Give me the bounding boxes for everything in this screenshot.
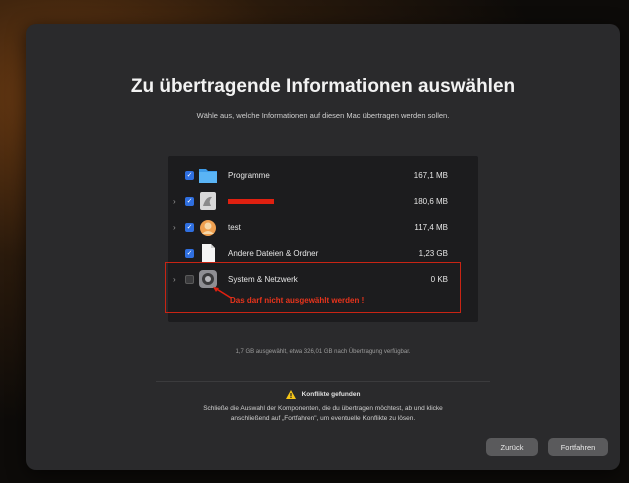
item-label: Andere Dateien & Ordner (228, 248, 319, 258)
checkbox-checked[interactable]: ✓ (185, 196, 194, 206)
chevron-right-icon[interactable]: › (173, 223, 176, 232)
divider (156, 381, 490, 382)
chevron-right-icon[interactable]: › (173, 197, 176, 206)
redaction-bar (228, 198, 274, 204)
document-icon (202, 244, 215, 262)
list-item-user-redacted[interactable]: › ✓ 180,6 MB (168, 188, 478, 214)
item-size: 117,4 MB (414, 222, 448, 232)
back-button[interactable]: Zurück (486, 438, 538, 456)
user-icon (200, 220, 216, 236)
list-item-programme[interactable]: ✓ Programme 167,1 MB (168, 162, 478, 188)
conflicts-line-1: Schließe die Auswahl der Komponenten, di… (203, 405, 443, 412)
user-icon (200, 192, 216, 210)
warning-icon (285, 390, 296, 399)
item-size: 167,1 MB (413, 170, 448, 180)
annotation-arrow-icon (213, 287, 232, 299)
item-size: 1,23 GB (418, 248, 448, 258)
checkbox-checked[interactable]: ✓ (185, 248, 194, 258)
item-label: test (228, 222, 241, 232)
page-title: Zu übertragende Informationen auswählen (130, 76, 516, 97)
continue-button[interactable]: Fortfahren (548, 438, 608, 456)
folder-icon (199, 169, 217, 183)
page-subtitle: Wähle aus, welche Informationen auf dies… (196, 111, 450, 120)
conflicts-title: Konflikte gefunden (301, 391, 361, 399)
list-item-test[interactable]: › ✓ test 117,4 MB (168, 214, 478, 240)
conflicts-heading: Konflikte gefunden (26, 390, 620, 399)
conflicts-description: Schließe die Auswahl der Komponenten, di… (26, 404, 620, 424)
item-size: 180,6 MB (413, 196, 448, 206)
annotation-highlight-box (165, 262, 461, 313)
checkbox-checked[interactable]: ✓ (185, 222, 194, 232)
selection-summary: 1,7 GB ausgewählt, etwa 326,01 GB nach Ü… (235, 349, 411, 355)
migration-assistant-window: Zu übertragende Informationen auswählen … (26, 24, 620, 470)
checkbox-checked[interactable]: ✓ (185, 170, 194, 180)
annotation-text: Das darf nicht ausgewählt werden ! (230, 296, 365, 305)
conflicts-line-2: anschließend auf „Fortfahren", um eventu… (230, 415, 416, 422)
item-label: Programme (228, 170, 270, 180)
